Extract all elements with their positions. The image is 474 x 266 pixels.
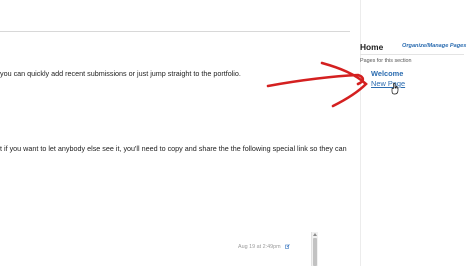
- organize-manage-pages-link[interactable]: Organize/Manage Pages: [402, 42, 466, 50]
- content-top-divider: [0, 31, 350, 32]
- entry-meta: Aug 19 at 2:49pm: [238, 244, 290, 251]
- pages-section-label: Pages for this section: [360, 58, 412, 64]
- sidebar-item-welcome[interactable]: Welcome: [371, 69, 403, 78]
- content-paragraph: t if you want to let anybody else see it…: [0, 144, 347, 153]
- scroll-up-icon[interactable]: [313, 233, 317, 236]
- scrollbar[interactable]: [311, 232, 318, 266]
- sidebar-divider: [360, 0, 361, 266]
- hand-pointer-cursor-icon: [391, 82, 399, 95]
- sidebar-item-new-page[interactable]: New Page: [371, 79, 405, 88]
- edit-icon[interactable]: [285, 244, 290, 249]
- content-paragraph: you can quickly add recent submissions o…: [0, 69, 241, 78]
- sidebar-title-divider: [360, 54, 464, 55]
- pages-sidebar: Home Organize/Manage Pages Pages for thi…: [352, 0, 474, 266]
- scrollbar-thumb[interactable]: [313, 238, 317, 266]
- sidebar-title: Home: [360, 42, 384, 52]
- page: you can quickly add recent submissions o…: [0, 0, 474, 266]
- entry-timestamp: Aug 19 at 2:49pm: [238, 244, 281, 250]
- main-content: you can quickly add recent submissions o…: [0, 0, 350, 266]
